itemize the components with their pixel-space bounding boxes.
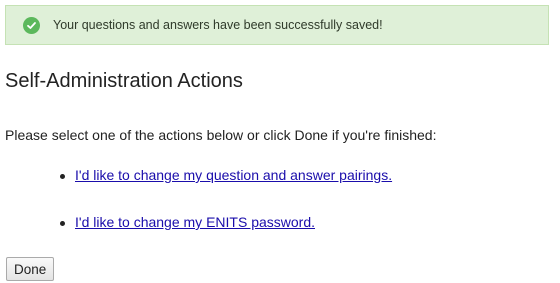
bullet-icon <box>60 174 65 179</box>
bullet-icon <box>60 221 65 226</box>
check-circle-icon <box>23 16 40 34</box>
change-qa-pairings-link[interactable]: I'd like to change my question and answe… <box>75 167 392 183</box>
done-button[interactable]: Done <box>6 257 55 281</box>
alert-message: Your questions and answers have been suc… <box>53 18 383 32</box>
page-title: Self-Administration Actions <box>5 70 243 92</box>
instructions-text: Please select one of the actions below o… <box>5 127 437 143</box>
change-password-link[interactable]: I'd like to change my ENITS password. <box>75 214 315 230</box>
success-alert: Your questions and answers have been suc… <box>5 5 549 45</box>
page: Your questions and answers have been suc… <box>0 0 560 283</box>
